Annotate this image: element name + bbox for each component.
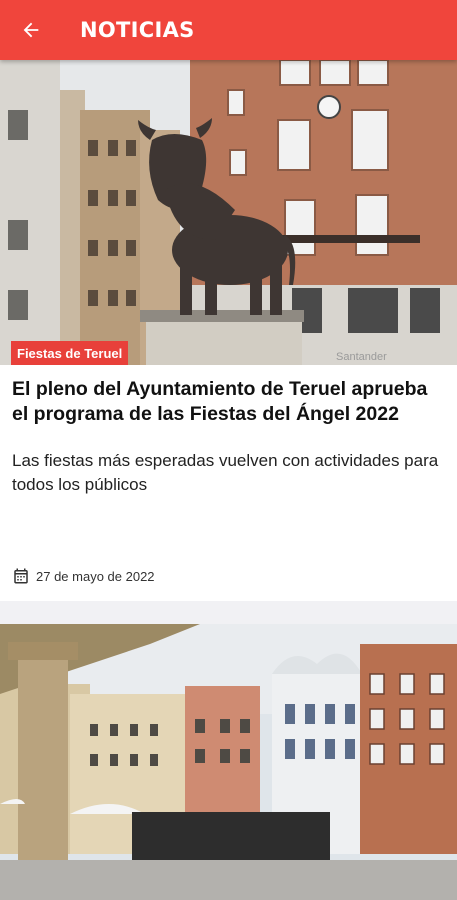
news-headline[interactable]: El pleno del Ayuntamiento de Teruel apru… <box>12 377 445 427</box>
news-date: 27 de mayo de 2022 <box>12 567 155 585</box>
news-image[interactable]: Santander Fiestas de Teruel <box>0 60 457 365</box>
calendar-icon <box>14 568 28 584</box>
news-image-next[interactable] <box>0 624 457 900</box>
news-card[interactable]: Santander Fiestas de Teruel El pleno del… <box>0 60 457 601</box>
arrow-left-icon <box>23 22 39 38</box>
category-tag[interactable]: Fiestas de Teruel <box>11 341 129 365</box>
svg-text:Santander: Santander <box>336 351 387 363</box>
date-label: 27 de mayo de 2022 <box>36 568 155 584</box>
app-bar: NOTICIAS <box>0 0 457 60</box>
back-button[interactable] <box>16 15 46 45</box>
news-summary: Las fiestas más esperadas vuelven con ac… <box>12 451 439 494</box>
page-title: NOTICIAS <box>80 18 195 42</box>
news-card-next[interactable] <box>0 624 457 900</box>
